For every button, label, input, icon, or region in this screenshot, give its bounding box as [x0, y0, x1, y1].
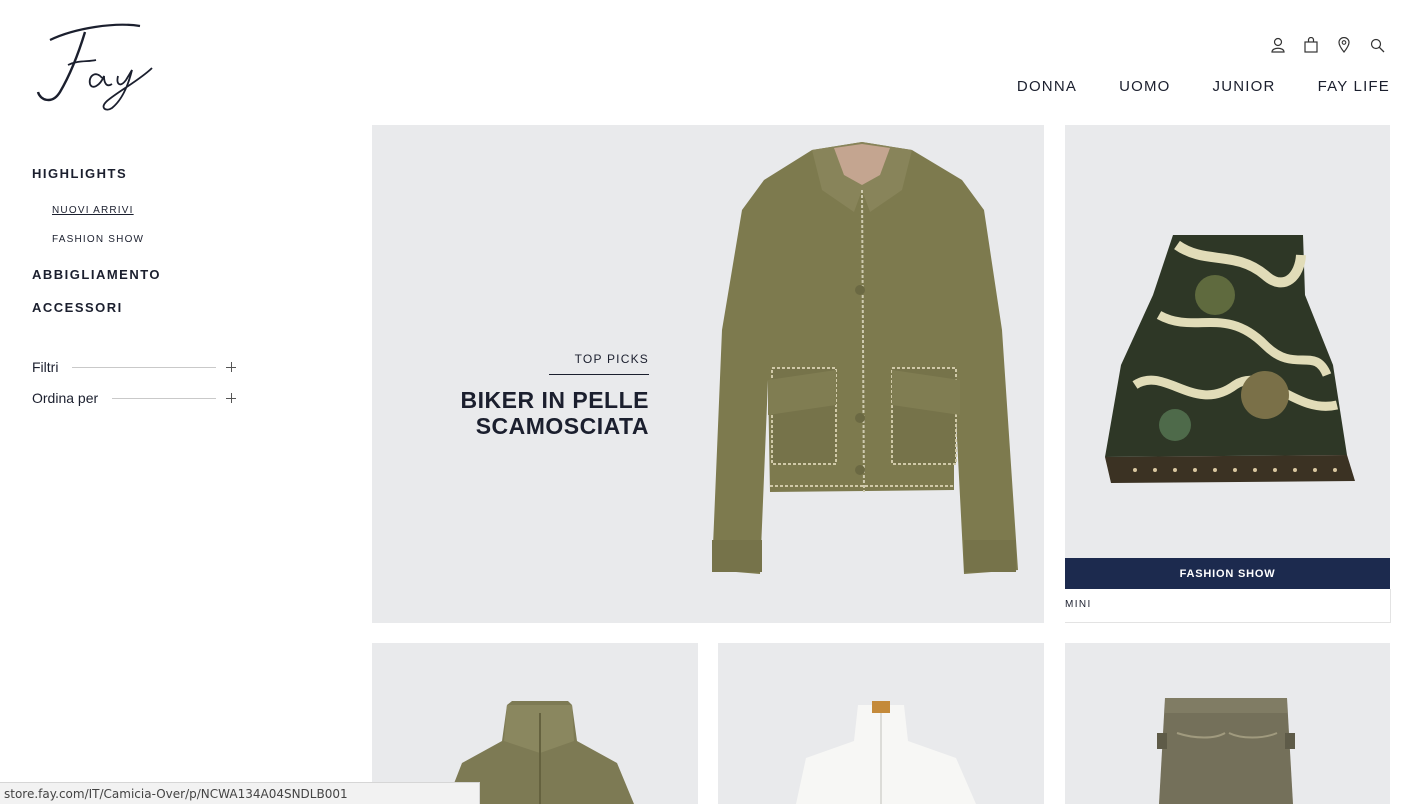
product-name: MINI	[1065, 599, 1092, 610]
filters-toggle[interactable]: Filtri	[32, 357, 238, 377]
user-icon[interactable]	[1269, 36, 1287, 54]
product-card[interactable]	[1065, 643, 1390, 804]
filters-label: Filtri	[32, 359, 59, 375]
header-icons	[1269, 36, 1386, 54]
category-highlights[interactable]: HIGHLIGHTS	[32, 166, 242, 181]
subcategory-nuovi-arrivi[interactable]: NUOVI ARRIVI	[52, 205, 242, 216]
category-accessori[interactable]: ACCESSORI	[32, 300, 242, 315]
green-jacket-image	[446, 701, 634, 804]
product-card[interactable]	[718, 643, 1044, 804]
divider	[72, 366, 216, 368]
suede-shorts-image	[1157, 698, 1295, 804]
plus-icon	[226, 393, 236, 403]
product-card-mini[interactable]	[1065, 125, 1390, 558]
sort-toggle[interactable]: Ordina per	[32, 388, 238, 408]
sort-label: Ordina per	[32, 390, 99, 406]
product-meta[interactable]: MINI	[1065, 589, 1391, 623]
browser-status-bar: store.fay.com/IT/Camicia-Over/p/NCWA134A…	[0, 782, 480, 804]
divider	[112, 397, 216, 399]
camo-skirt-image	[1105, 235, 1355, 483]
plus-icon	[226, 362, 236, 372]
nav-junior[interactable]: JUNIOR	[1213, 78, 1276, 95]
nav-fay-life[interactable]: FAY LIFE	[1318, 78, 1390, 95]
product-card[interactable]	[372, 643, 698, 804]
search-icon[interactable]	[1368, 36, 1386, 54]
sidebar: HIGHLIGHTS NUOVI ARRIVI FASHION SHOW ABB…	[32, 166, 242, 408]
subcategory-fashion-show[interactable]: FASHION SHOW	[52, 234, 242, 245]
hero-kicker: TOP PICKS	[549, 352, 649, 375]
bag-icon[interactable]	[1302, 36, 1320, 54]
white-shirt-image	[796, 701, 976, 804]
fay-logo[interactable]	[30, 20, 160, 115]
hero-text: TOP PICKS BIKER IN PELLE SCAMOSCIATA	[461, 350, 649, 439]
fashion-show-badge: FASHION SHOW	[1065, 558, 1390, 589]
location-icon[interactable]	[1335, 36, 1353, 54]
hero-title: BIKER IN PELLE SCAMOSCIATA	[460, 387, 649, 439]
nav-uomo[interactable]: UOMO	[1119, 78, 1170, 95]
main-nav: DONNA UOMO JUNIOR FAY LIFE	[975, 78, 1390, 95]
suede-jacket-image	[712, 142, 1018, 574]
category-abbigliamento[interactable]: ABBIGLIAMENTO	[32, 267, 242, 282]
nav-donna[interactable]: DONNA	[1017, 78, 1077, 95]
hero-banner[interactable]: TOP PICKS BIKER IN PELLE SCAMOSCIATA	[372, 125, 1044, 623]
